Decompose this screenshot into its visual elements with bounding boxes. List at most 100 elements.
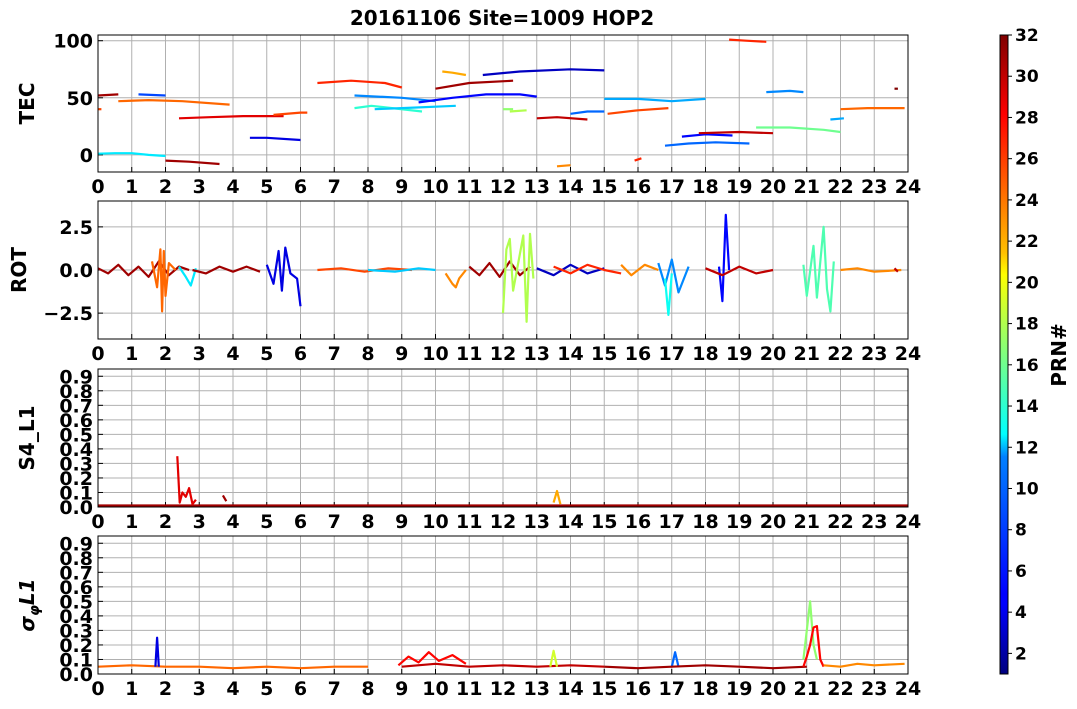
x-tick-label: 6 (294, 511, 307, 533)
y-axis-label-sigma: σ (15, 616, 39, 632)
x-tick-label: 23 (861, 176, 887, 198)
colorbar-ticks: 2468101214161820222426283032 (1008, 26, 1039, 664)
x-tick-label: 10 (422, 678, 448, 700)
y-axis-label: ROT (7, 247, 31, 293)
series-line-prn-31 (98, 93, 119, 97)
x-tick-label: 12 (490, 511, 516, 533)
x-tick-label: 9 (395, 343, 408, 365)
x-tick-label: 13 (524, 511, 550, 533)
x-tick-label: 21 (794, 511, 820, 533)
series-line-prn-24 (556, 164, 571, 168)
x-tick-label: 24 (895, 678, 921, 700)
x-tick-label: 14 (557, 511, 583, 533)
y-tick-label: −2.5 (43, 303, 93, 325)
panel-2: 0 1 2 3 4 5 6 7 8 9 10 11 12 13 14 15 16 17 18 19 20 21 22 23 24… (15, 366, 921, 533)
x-tick-label: 7 (328, 343, 341, 365)
x-tick-label: 20 (760, 343, 786, 365)
x-tick-label: 14 (557, 176, 583, 198)
x-tick-label: 19 (726, 176, 752, 198)
x-tick-label: 16 (625, 678, 651, 700)
y-tick-label: 0.9 (59, 366, 93, 388)
x-tick-label: 19 (726, 343, 752, 365)
chart-canvas: 20161106 Site=1009 HOP2 0 1 2 3 4 5 6 7 8 9 10 11 12… (7, 6, 1071, 700)
x-tick-label: 4 (226, 511, 239, 533)
colorbar-tick-label: 18 (1015, 315, 1039, 335)
panel-1: 0 1 2 3 4 5 6 7 8 9 10 11 12 13 14 15 16 17 18 19 20 21 22 23 24… (7, 200, 921, 365)
y-tick-label: 50 (67, 88, 93, 110)
x-tick-label: 6 (294, 176, 307, 198)
x-tick-label: 5 (260, 678, 273, 700)
chart-title: 20161106 Site=1009 HOP2 (350, 6, 654, 30)
colorbar-tick-label: 26 (1015, 150, 1039, 170)
y-tick-label: 2.5 (59, 217, 93, 239)
series-line-prn-10 (830, 117, 844, 121)
x-tick-label: 19 (726, 511, 752, 533)
x-tick-label: 2 (159, 678, 172, 700)
x-tick-label: 17 (659, 511, 685, 533)
x-tick-label: 23 (861, 678, 887, 700)
x-tick-label: 10 (422, 176, 448, 198)
x-tick-label: 18 (692, 176, 718, 198)
x-tick-label: 24 (895, 511, 921, 533)
x-tick-label: 14 (557, 678, 583, 700)
x-tick-label: 24 (895, 176, 921, 198)
x-tick-label: 12 (490, 176, 516, 198)
x-tick-label: 0 (91, 176, 104, 198)
x-tick-label: 4 (226, 678, 239, 700)
x-tick-label: 7 (328, 511, 341, 533)
series-line-prn-30 (698, 130, 774, 135)
x-tick-label: 13 (524, 678, 550, 700)
x-tick-label: 3 (193, 343, 206, 365)
colorbar-tick-label: 30 (1015, 67, 1039, 87)
x-tick-label: 21 (794, 678, 820, 700)
x-tick-label: 18 (692, 678, 718, 700)
x-tick-label: 10 (422, 511, 448, 533)
x-tick-label: 23 (861, 511, 887, 533)
x-tick-label: 4 (226, 176, 239, 198)
x-tick-label: 19 (726, 678, 752, 700)
x-tick-label: 9 (395, 511, 408, 533)
series-line-prn-9 (766, 89, 804, 94)
y-axis-label: TEC (15, 83, 39, 125)
x-tick-label: 15 (591, 511, 617, 533)
x-tick-label: 22 (827, 176, 853, 198)
x-tick-label: 3 (193, 176, 206, 198)
colorbar-tick-label: 10 (1015, 479, 1039, 499)
x-tick-label: 9 (395, 678, 408, 700)
colorbar-label: PRN# (1047, 323, 1071, 387)
y-axis-label: S4_L1 (15, 406, 39, 471)
y-axis-label: σφL1 (15, 578, 43, 631)
x-tick-label: 5 (260, 511, 273, 533)
x-tick-label: 17 (659, 678, 685, 700)
x-tick-label: 1 (125, 343, 138, 365)
series-line-prn-7 (138, 93, 166, 97)
x-tick-label: 11 (456, 343, 482, 365)
series-line-prn-18 (509, 109, 527, 113)
x-tick-label: 16 (625, 343, 651, 365)
x-tick-label: 15 (591, 678, 617, 700)
x-tick-label: 1 (125, 176, 138, 198)
colorbar-tick-label: 24 (1015, 191, 1039, 211)
x-tick-label: 0 (91, 343, 104, 365)
colorbar-tick-label: 2 (1015, 644, 1027, 664)
colorbar-gradient (999, 34, 1009, 675)
colorbar: 2468101214161820222426283032 PRN# (999, 26, 1071, 675)
x-tick-label: 1 (125, 511, 138, 533)
x-tick-label: 18 (692, 511, 718, 533)
x-tick-label: 20 (760, 678, 786, 700)
x-tick-label: 14 (557, 343, 583, 365)
colorbar-tick-label: 8 (1015, 521, 1027, 541)
y-tick-label: 100 (53, 31, 93, 53)
x-tick-label: 12 (490, 678, 516, 700)
x-tick-label: 11 (456, 678, 482, 700)
colorbar-tick-label: 4 (1015, 603, 1027, 623)
colorbar-tick-label: 16 (1015, 356, 1039, 376)
colorbar-tick-label: 20 (1015, 273, 1039, 293)
colorbar-tick-label: 28 (1015, 108, 1039, 128)
x-tick-label: 7 (328, 176, 341, 198)
x-tick-label: 16 (625, 511, 651, 533)
x-tick-label: 13 (524, 176, 550, 198)
x-tick-label: 8 (361, 176, 374, 198)
colorbar-tick-label: 14 (1015, 397, 1039, 417)
x-tick-label: 0 (91, 511, 104, 533)
